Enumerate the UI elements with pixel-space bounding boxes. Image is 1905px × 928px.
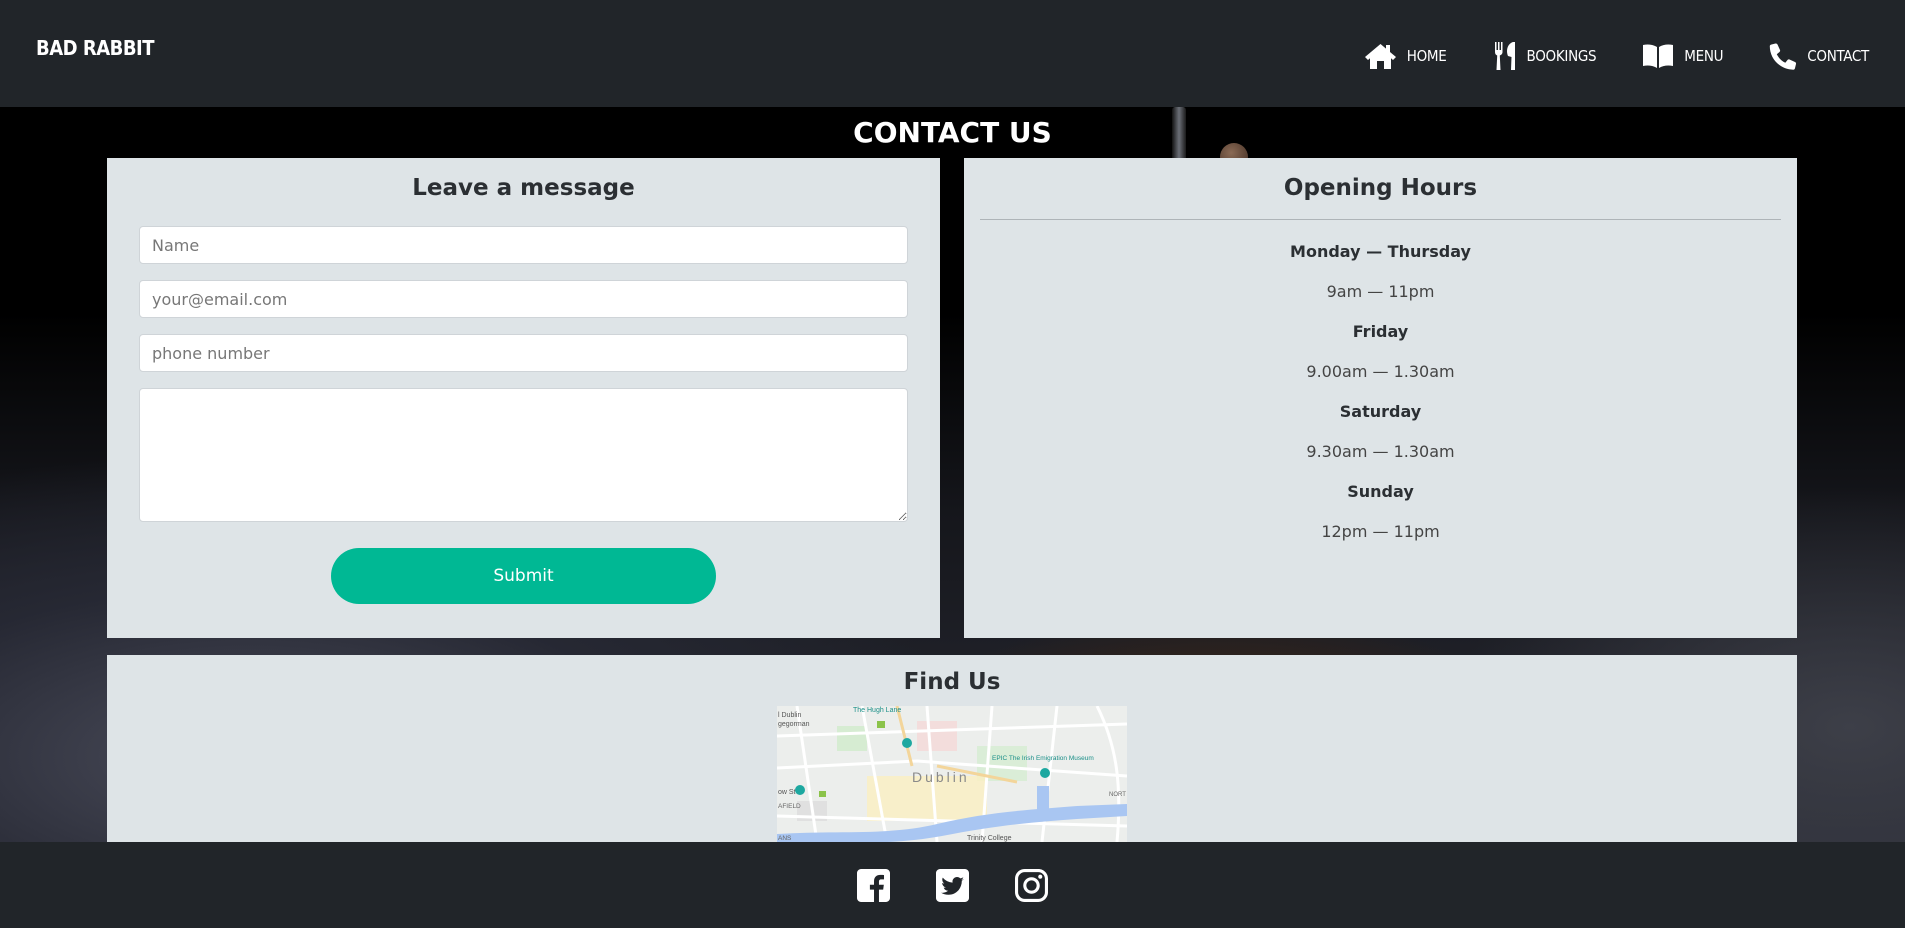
book-icon — [1642, 43, 1674, 69]
map-embed[interactable]: The Hugh Lane l Dublin gegorman Dublin E… — [777, 706, 1127, 842]
map-label: Dublin — [912, 769, 970, 785]
hours-day: Friday — [1352, 322, 1409, 341]
home-icon — [1364, 42, 1397, 70]
nav-item-label: CONTACT — [1807, 46, 1869, 65]
email-field[interactable] — [139, 280, 908, 318]
hours-time: 9am — 11pm — [1326, 282, 1435, 301]
page-title: CONTACT US — [853, 116, 1052, 149]
main-nav: HOME BOOKINGS MENU CONTACT — [1364, 41, 1869, 71]
map-label: ow St — [778, 789, 796, 796]
fork-knife-icon — [1493, 41, 1517, 71]
brand-logo[interactable]: BAD RABBIT — [36, 36, 155, 60]
phone-field[interactable] — [139, 334, 908, 372]
map-label: l Dublin — [778, 712, 801, 719]
footer — [0, 842, 1905, 928]
hours-day: Saturday — [1339, 402, 1422, 421]
nav-item-contact[interactable]: CONTACT — [1769, 42, 1869, 70]
twitter-icon[interactable] — [936, 868, 969, 902]
find-us-card: Find Us The Hugh Lane l Dublin gegorman … — [107, 655, 1797, 842]
nav-item-home[interactable]: HOME — [1364, 42, 1447, 70]
map-label: The Hugh Lane — [853, 707, 901, 714]
map-label: AFIELD — [778, 803, 801, 810]
nav-item-label: HOME — [1406, 46, 1447, 65]
phone-icon — [1769, 42, 1797, 70]
map-label: EPIC The Irish Emigration Museum — [992, 755, 1094, 762]
submit-button[interactable]: Submit — [331, 548, 716, 604]
nav-item-bookings[interactable]: BOOKINGS — [1493, 41, 1597, 71]
hours-time: 9.00am — 1.30am — [1306, 362, 1455, 381]
navbar: BAD RABBIT HOME BOOKINGS MENU CONTACT — [0, 0, 1905, 107]
name-field[interactable] — [139, 226, 908, 264]
find-us-heading: Find Us — [903, 669, 1001, 695]
map-label: NORT — [1109, 792, 1126, 798]
opening-hours-card: Opening Hours Monday — Thursday 9am — 11… — [964, 158, 1797, 638]
divider — [980, 219, 1781, 220]
map-label: Trinity College — [967, 835, 1012, 842]
hours-list: Monday — Thursday 9am — 11pm Friday 9.00… — [964, 232, 1797, 552]
hours-day: Monday — Thursday — [1290, 242, 1471, 261]
instagram-icon[interactable] — [1015, 868, 1048, 902]
nav-item-menu[interactable]: MENU — [1642, 43, 1724, 69]
nav-item-label: MENU — [1684, 46, 1724, 65]
facebook-icon[interactable] — [857, 868, 890, 902]
map-label: ANS — [778, 835, 792, 842]
opening-hours-heading: Opening Hours — [1283, 175, 1478, 201]
hours-time: 12pm — 11pm — [1321, 522, 1440, 541]
message-form-card: Leave a message Submit — [107, 158, 940, 638]
message-textarea[interactable] — [139, 388, 908, 522]
hours-time: 9.30am — 1.30am — [1306, 442, 1455, 461]
message-form-heading: Leave a message — [412, 175, 635, 201]
nav-item-label: BOOKINGS — [1526, 46, 1597, 65]
map-label: gegorman — [778, 721, 810, 728]
hours-day: Sunday — [1347, 482, 1414, 501]
